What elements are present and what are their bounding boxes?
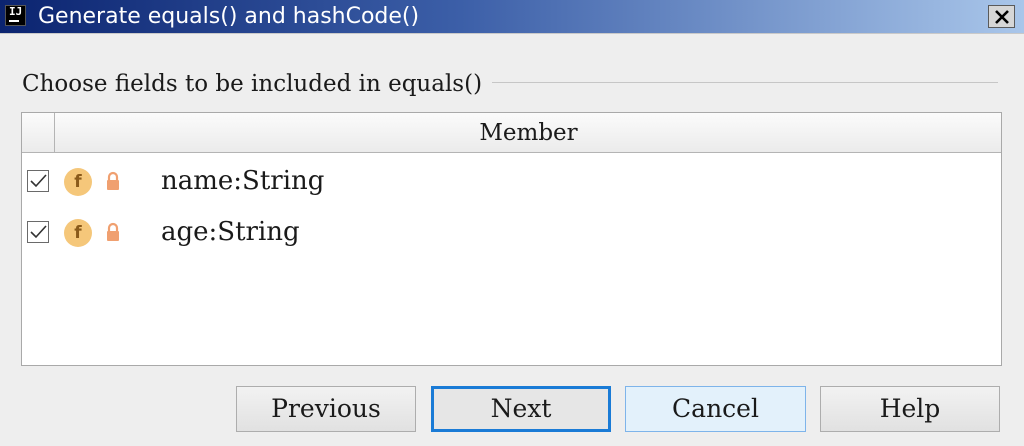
member-column-header[interactable]: Member bbox=[56, 113, 1001, 152]
row-member-label: age:String bbox=[161, 217, 300, 247]
field-icon: f bbox=[64, 168, 92, 196]
close-icon bbox=[994, 9, 1009, 24]
previous-button[interactable]: Previous bbox=[236, 386, 416, 432]
lock-icon bbox=[107, 171, 119, 190]
title-bar: IJ Generate equals() and hashCode() bbox=[0, 0, 1024, 34]
window-title: Generate equals() and hashCode() bbox=[38, 4, 420, 29]
row-checkbox[interactable] bbox=[27, 221, 49, 243]
row-checkbox[interactable] bbox=[27, 170, 49, 192]
lock-icon bbox=[107, 222, 119, 241]
checkmark-icon bbox=[30, 174, 47, 188]
table-header: Member bbox=[22, 113, 1001, 153]
intellij-app-icon: IJ bbox=[5, 5, 26, 26]
next-button[interactable]: Next bbox=[431, 386, 611, 432]
table-row[interactable]: f age:String bbox=[22, 207, 1001, 257]
cancel-button[interactable]: Cancel bbox=[625, 386, 806, 432]
checkmark-icon bbox=[30, 225, 47, 239]
table-row[interactable]: f name:String bbox=[22, 156, 1001, 206]
field-icon: f bbox=[64, 219, 92, 247]
fields-group-label: Choose fields to be included in equals() bbox=[22, 69, 493, 99]
members-table[interactable]: Member f name:String f age:String bbox=[21, 112, 1002, 366]
header-checkbox-column[interactable] bbox=[22, 113, 55, 152]
row-member-label: name:String bbox=[161, 166, 325, 196]
help-button[interactable]: Help bbox=[820, 386, 1000, 432]
app-icon-text: IJ bbox=[9, 5, 23, 18]
close-button[interactable] bbox=[988, 5, 1015, 28]
